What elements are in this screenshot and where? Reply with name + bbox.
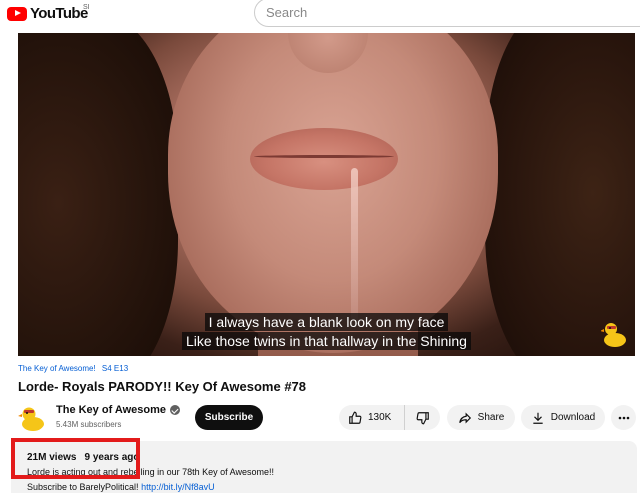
top-bar: YouTube SI Search: [0, 0, 640, 30]
share-arrow-icon: [458, 411, 472, 425]
dislike-button[interactable]: [405, 405, 440, 430]
description-text: Subscribe to BarelyPolitical!: [27, 482, 139, 492]
episode-label[interactable]: S4 E13: [102, 364, 128, 373]
channel-avatar[interactable]: [18, 404, 46, 432]
channel-name-row[interactable]: The Key of Awesome: [56, 404, 181, 416]
video-title: Lorde- Royals PARODY!! Key Of Awesome #7…: [18, 379, 307, 394]
like-count: 130K: [368, 412, 392, 423]
subscriber-count: 5.43M subscribers: [56, 420, 122, 429]
description-line-2: Subscribe to BarelyPolitical! http://bit…: [27, 482, 215, 492]
youtube-logo[interactable]: YouTube SI: [7, 4, 90, 22]
caption-line-2: Like those twins in that hallway in the …: [18, 332, 635, 350]
country-code: SI: [83, 4, 90, 11]
play-logo-icon: [7, 6, 27, 21]
more-horizontal-icon: [618, 416, 630, 420]
verified-check-icon: [170, 405, 181, 415]
series-link[interactable]: The Key of Awesome!: [18, 364, 96, 373]
series-episode[interactable]: The Key of Awesome! S4 E13: [18, 364, 128, 373]
search-placeholder: Search: [266, 5, 308, 20]
like-button[interactable]: 130K: [339, 405, 405, 430]
description-link[interactable]: http://bit.ly/Nf8avU: [141, 482, 215, 492]
rubber-duck-icon[interactable]: [600, 320, 627, 348]
download-button[interactable]: Download: [521, 405, 605, 430]
search-input[interactable]: Search: [254, 0, 640, 27]
thumbs-up-icon: [348, 411, 362, 425]
download-icon: [531, 411, 545, 425]
subscribe-button[interactable]: Subscribe: [195, 405, 263, 430]
like-dislike-group: 130K: [339, 405, 440, 430]
logo-text: YouTube: [30, 5, 88, 22]
highlight-box: [11, 438, 140, 479]
download-label: Download: [550, 412, 596, 423]
caption-line-1: I always have a blank look on my face: [18, 313, 635, 331]
more-actions-button[interactable]: [611, 405, 636, 430]
video-player[interactable]: I always have a blank look on my face Li…: [18, 33, 635, 356]
share-button[interactable]: Share: [447, 405, 515, 430]
channel-name[interactable]: The Key of Awesome: [56, 404, 166, 416]
share-label: Share: [477, 412, 505, 423]
thumbs-down-icon: [416, 411, 430, 425]
